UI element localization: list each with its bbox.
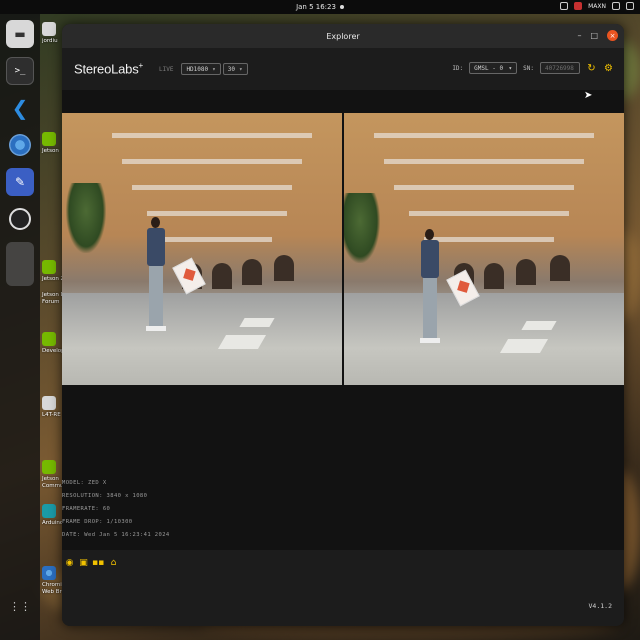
serial-number-field[interactable]: 40726998 [540, 62, 580, 74]
files-icon[interactable]: ▬ [6, 20, 34, 48]
app-icon[interactable] [6, 242, 34, 286]
nvidia-power-mode-icon[interactable] [574, 2, 583, 10]
system-top-bar: Jan 5 16:23 MAXN [0, 0, 640, 14]
clock[interactable]: Jan 5 16:23 [296, 3, 344, 11]
stereolabs-logo: StereoLabs+ [74, 61, 143, 77]
frame-drop-text: FRAME DROP: 1/10300 [62, 519, 133, 525]
broadcast-icon[interactable]: ◉ [64, 558, 75, 569]
sn-label: SN: [523, 64, 534, 72]
left-camera-image [62, 113, 342, 385]
camera-id-select[interactable]: GMSL - 0 ▾ [469, 62, 518, 74]
chevron-down-icon: ▾ [212, 65, 216, 73]
arduino-icon [42, 504, 56, 518]
mouse-cursor-icon: ➤ [584, 90, 593, 101]
nvidia-icon [42, 332, 56, 346]
volume-icon[interactable] [612, 2, 620, 10]
app-toolbar: StereoLabs+ LIVE HD1080 ▾ 30 ▾ ID: GMSL … [62, 48, 624, 90]
stream-icon[interactable]: ▪▪ [92, 558, 104, 569]
framerate-text: FRAMERATE: 60 [62, 506, 111, 512]
dock: ▬ >_ ❮ ✎ ⋮⋮ [0, 14, 40, 640]
notification-dot-icon [339, 5, 344, 9]
stereo-video-feed[interactable] [62, 113, 624, 385]
chromium-icon [42, 566, 56, 580]
nvidia-icon [42, 260, 56, 274]
nvidia-icon [42, 132, 56, 146]
refresh-icon[interactable]: ↻ [586, 63, 597, 74]
window-titlebar[interactable]: Explorer – □ × [62, 24, 624, 48]
version-label: V4.1.2 [588, 602, 612, 610]
power-mode-label: MAXN [588, 2, 606, 10]
settings-gear-icon[interactable]: ⚙ [603, 63, 614, 74]
resolution-select[interactable]: HD1080 ▾ [181, 63, 221, 75]
right-camera-image [344, 113, 624, 385]
clock-text: Jan 5 16:23 [296, 3, 336, 11]
folder-icon [42, 22, 56, 36]
close-button[interactable]: × [607, 30, 618, 41]
bottom-toolbar: ▭ ◉ ▣ ▪▪ ⌂ V4.1.2 [62, 550, 624, 626]
network-icon[interactable] [560, 2, 569, 10]
window-title: Explorer [326, 31, 360, 41]
power-icon[interactable] [626, 2, 634, 10]
chevron-down-icon: ▾ [238, 65, 243, 73]
chevron-down-icon: ▾ [508, 64, 513, 72]
vscode-icon[interactable]: ❮ [6, 94, 34, 122]
obs-icon[interactable] [6, 205, 34, 233]
text-editor-icon[interactable]: ✎ [6, 168, 34, 196]
system-tray[interactable]: MAXN [560, 2, 634, 10]
id-label: ID: [452, 64, 464, 72]
nvidia-icon [42, 460, 56, 474]
camera-info-panel: MODEL: ZED X RESOLUTION: 3840 x 1080 FRA… [62, 470, 624, 550]
fps-select[interactable]: 30 ▾ [222, 63, 248, 75]
date-text: DATE: Wed Jan 5 16:23:41 2024 [62, 532, 170, 538]
model-text: MODEL: ZED X [62, 480, 107, 486]
person-figure [144, 217, 166, 337]
person-figure [418, 229, 440, 349]
maximize-button[interactable]: □ [590, 31, 598, 40]
record-icon[interactable]: ▣ [78, 558, 89, 569]
chromium-icon[interactable] [6, 131, 34, 159]
explorer-window: Explorer – □ × StereoLabs+ LIVE HD1080 ▾… [62, 24, 624, 626]
terminal-icon[interactable]: >_ [6, 57, 34, 85]
folder-icon [42, 396, 56, 410]
screenshot-icon[interactable]: ⌂ [108, 558, 119, 569]
resolution-text: RESOLUTION: 3840 x 1080 [62, 493, 148, 499]
live-mode-label: LIVE [158, 65, 174, 73]
minimize-button[interactable]: – [577, 31, 581, 40]
show-apps-icon[interactable]: ⋮⋮ [6, 592, 34, 620]
